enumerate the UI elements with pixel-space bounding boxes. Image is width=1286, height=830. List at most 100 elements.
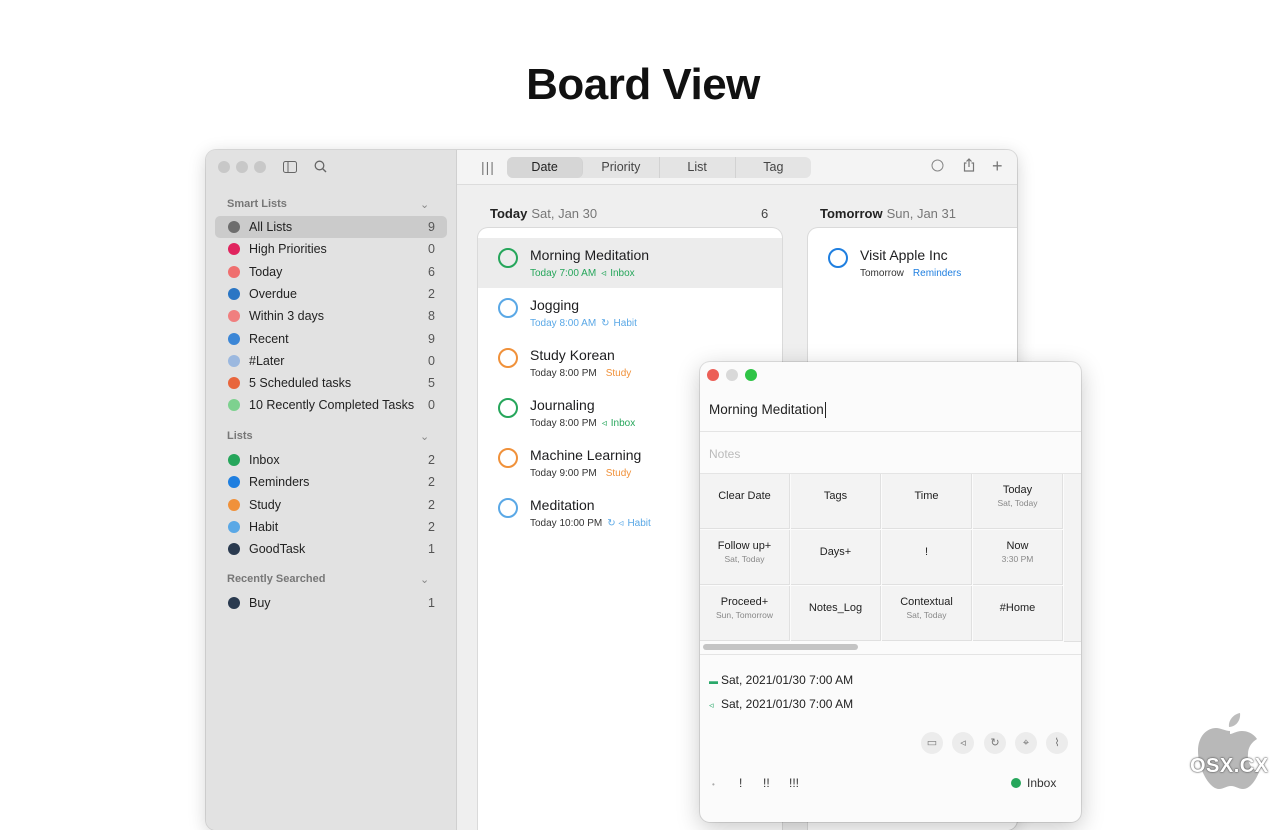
sidebar-item-count: 1 bbox=[428, 542, 435, 557]
popup-minimize-button[interactable] bbox=[726, 369, 738, 381]
sidebar-item-smart-4[interactable]: Within 3 days 8 bbox=[215, 305, 447, 327]
sidebar-item-count: 0 bbox=[428, 398, 435, 413]
repeat-icon[interactable]: ↻ bbox=[984, 732, 1006, 754]
quick-action-label: Follow up+ bbox=[717, 540, 772, 552]
task-card[interactable]: Visit Apple Inc Tomorrow Reminders bbox=[808, 238, 1017, 288]
close-button[interactable] bbox=[218, 161, 230, 173]
task-list-name: Study bbox=[605, 368, 632, 379]
quick-action-now[interactable]: Now 3:30 PM bbox=[973, 530, 1063, 585]
share-icon[interactable] bbox=[963, 158, 975, 175]
checkbox-circle-icon[interactable] bbox=[828, 248, 848, 268]
priority-low-button[interactable]: ! bbox=[739, 776, 742, 790]
sidebar-item-label: #Later bbox=[249, 353, 285, 368]
quick-action-proceed[interactable]: Proceed+ Sun, Tomorrow bbox=[700, 586, 790, 641]
exclamation-icon bbox=[228, 243, 240, 256]
task-title-input[interactable]: Morning Meditation bbox=[709, 402, 826, 419]
alarm-row[interactable]: ◃ Sat, 2021/01/30 7:00 AM bbox=[709, 697, 853, 711]
checkbox-circle-icon[interactable] bbox=[498, 348, 518, 368]
alarm-icon[interactable]: ◃ bbox=[952, 732, 974, 754]
popup-zoom-button[interactable] bbox=[745, 369, 757, 381]
task-list-icon: ↻ ◃ bbox=[607, 518, 624, 529]
sidebar-item-lists-4[interactable]: GoodTask 1 bbox=[215, 538, 447, 560]
column-date: Sat, Jan 30 bbox=[531, 206, 598, 221]
quick-action-contextual[interactable]: Contextual Sat, Today bbox=[882, 586, 972, 641]
zoom-button[interactable] bbox=[254, 161, 266, 173]
sidebar-item-lists-0[interactable]: Inbox 2 bbox=[215, 449, 447, 471]
popup-close-button[interactable] bbox=[707, 369, 719, 381]
horizontal-scrollbar[interactable] bbox=[703, 644, 858, 650]
sidebar-item-lists-3[interactable]: Habit 2 bbox=[215, 516, 447, 538]
inbox-icon bbox=[228, 454, 240, 466]
due-date-row[interactable]: ▬ Sat, 2021/01/30 7:00 AM bbox=[709, 673, 853, 687]
priority-high-button[interactable]: !!! bbox=[789, 776, 799, 790]
quick-action-tags[interactable]: Tags bbox=[791, 474, 881, 529]
sidebar-item-searched-0[interactable]: Buy 1 bbox=[215, 592, 447, 614]
tab-date[interactable]: Date bbox=[507, 157, 584, 178]
tab-tag[interactable]: Tag bbox=[736, 157, 811, 178]
checkbox-circle-icon[interactable] bbox=[498, 498, 518, 518]
sidebar-item-smart-5[interactable]: Recent 9 bbox=[215, 328, 447, 350]
task-card[interactable]: Jogging Today 8:00 AM ↻ Habit bbox=[478, 288, 782, 338]
quick-action-home[interactable]: #Home bbox=[973, 586, 1063, 641]
quick-action-today[interactable]: Today Sat, Today bbox=[973, 474, 1063, 529]
sidebar-item-smart-6[interactable]: #Later 0 bbox=[215, 350, 447, 372]
notes-field[interactable]: Notes bbox=[709, 447, 740, 461]
location-icon[interactable]: ⌖ bbox=[1015, 732, 1037, 754]
quick-action-time[interactable]: Time bbox=[882, 474, 972, 529]
quick-action-label: Now bbox=[1006, 540, 1029, 552]
quick-action-label: Clear Date bbox=[718, 490, 771, 502]
list-name: Inbox bbox=[1027, 776, 1057, 790]
sidebar-item-lists-2[interactable]: Study 2 bbox=[215, 494, 447, 516]
circle-icon[interactable] bbox=[931, 159, 944, 175]
tab-priority[interactable]: Priority bbox=[583, 157, 660, 178]
sidebar-item-smart-2[interactable]: Today 6 bbox=[215, 261, 447, 283]
sidebar-item-smart-0[interactable]: All Lists 9 bbox=[215, 216, 447, 238]
chevron-down-icon[interactable]: ⌄ bbox=[420, 198, 429, 211]
list-selector[interactable]: Inbox bbox=[1011, 776, 1056, 790]
task-time: Today 9:00 PM bbox=[530, 468, 597, 479]
chevron-down-icon[interactable]: ⌄ bbox=[420, 573, 429, 586]
quick-action-sublabel: Sat, Today bbox=[997, 498, 1038, 508]
task-list-name: Habit bbox=[627, 518, 651, 529]
star-icon bbox=[228, 265, 240, 278]
sidebar-item-smart-8[interactable]: 10 Recently Completed Tasks 0 bbox=[215, 394, 447, 416]
chevron-down-icon[interactable]: ⌄ bbox=[420, 430, 429, 443]
calendar-icon[interactable]: ▭ bbox=[921, 732, 943, 754]
search-icon[interactable] bbox=[314, 160, 327, 176]
quick-action-[interactable]: ! bbox=[882, 530, 972, 585]
tab-list[interactable]: List bbox=[660, 157, 736, 178]
task-card[interactable]: Morning Meditation Today 7:00 AM ◃ Inbox bbox=[478, 238, 782, 288]
checkbox-circle-icon[interactable] bbox=[498, 248, 518, 268]
sidebar-toggle-icon[interactable] bbox=[283, 160, 297, 176]
sidebar-item-smart-3[interactable]: Overdue 2 bbox=[215, 283, 447, 305]
quick-action-label: Today bbox=[1002, 484, 1033, 496]
task-title: Jogging bbox=[530, 297, 580, 313]
task-time: Today 8:00 PM bbox=[530, 368, 597, 379]
sidebar-item-count: 9 bbox=[428, 220, 435, 234]
quick-action-follow-up[interactable]: Follow up+ Sat, Today bbox=[700, 530, 790, 585]
sidebar-item-smart-1[interactable]: High Priorities 0 bbox=[215, 238, 447, 260]
sidebar-item-smart-7[interactable]: 5 Scheduled tasks 5 bbox=[215, 372, 447, 394]
attachment-icon[interactable]: ⌇ bbox=[1046, 732, 1068, 754]
text-caret bbox=[824, 402, 826, 419]
task-title-text: Morning Meditation bbox=[709, 402, 824, 417]
columns-icon[interactable]: ||| bbox=[481, 159, 495, 175]
sidebar-item-lists-1[interactable]: Reminders 2 bbox=[215, 471, 447, 493]
checkbox-circle-icon[interactable] bbox=[498, 398, 518, 418]
quick-action-label: Contextual bbox=[900, 596, 953, 608]
quick-action-clear-date[interactable]: Clear Date bbox=[700, 474, 790, 529]
minimize-button[interactable] bbox=[236, 161, 248, 173]
sidebar-item-count: 9 bbox=[428, 331, 435, 346]
priority-medium-button[interactable]: !! bbox=[763, 776, 770, 790]
checkbox-circle-icon[interactable] bbox=[498, 298, 518, 318]
quick-action-notes-log[interactable]: Notes_Log bbox=[791, 586, 881, 641]
quick-action-days[interactable]: Days+ bbox=[791, 530, 881, 585]
sidebar-item-label: Overdue bbox=[249, 286, 297, 301]
checkbox-circle-icon[interactable] bbox=[498, 448, 518, 468]
sidebar-item-label: Reminders bbox=[249, 475, 310, 490]
priority-none-button[interactable]: • bbox=[712, 780, 715, 789]
sidebar-item-label: 5 Scheduled tasks bbox=[249, 376, 352, 391]
task-detail-popup: Morning Meditation Notes Clear Date Tags T… bbox=[700, 362, 1081, 822]
quick-action-label: Time bbox=[914, 490, 939, 502]
add-icon[interactable]: + bbox=[992, 156, 1003, 177]
